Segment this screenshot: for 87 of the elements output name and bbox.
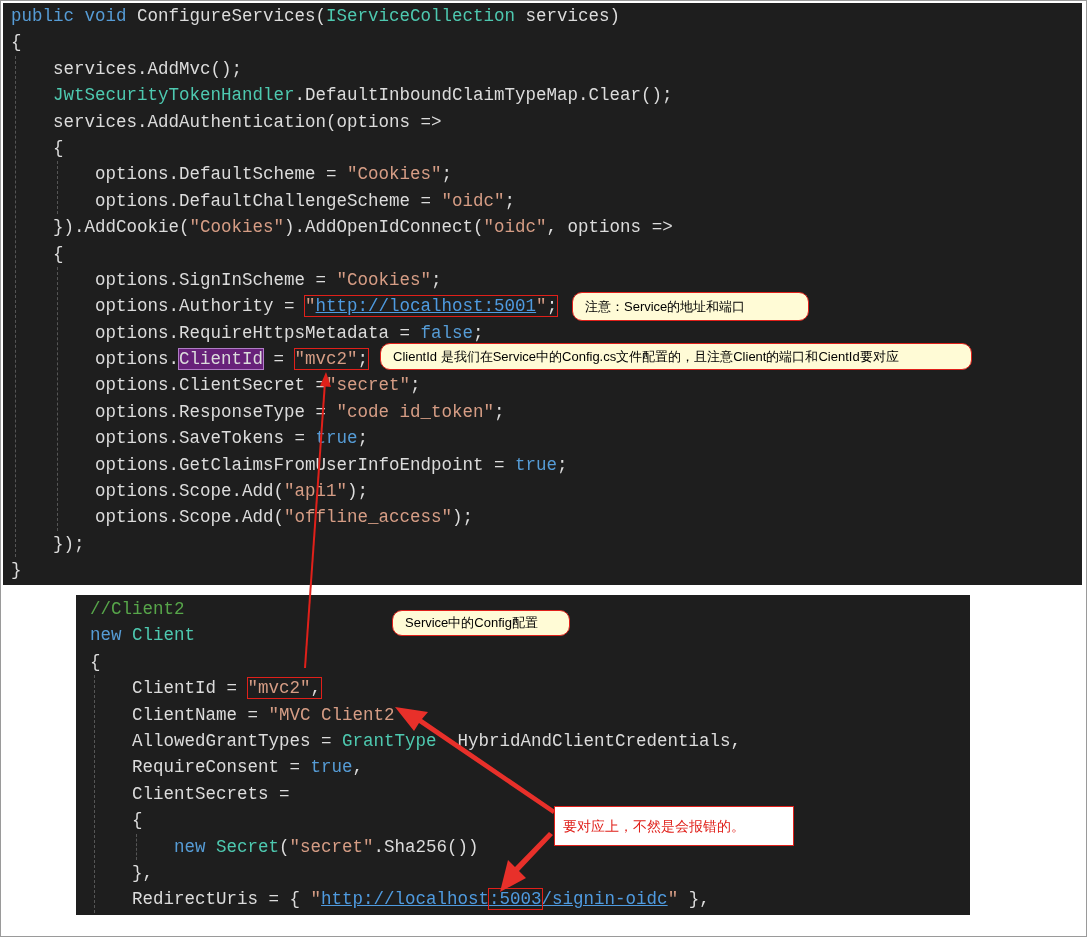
code-text: ( [279,836,290,857]
code-text: options.Scope.Add( [95,507,285,528]
code-text: options.Authority = [95,296,296,317]
code-text: ClientSecrets = [132,783,290,804]
url-link[interactable]: http://localhost:5001 [315,296,537,317]
code-text: options.SaveTokens = [95,428,307,449]
code-comment: //Client2 [90,599,185,619]
string-literal: "oidc" [441,190,505,211]
code-text: ; [494,401,505,422]
string-literal: " [667,889,679,910]
string-literal: " [536,296,547,317]
keyword: public void [11,6,127,26]
code-text: ); [347,481,369,502]
code-text: RequireConsent = [132,757,302,778]
code-text: ); [452,507,474,528]
string-literal: " [305,296,316,317]
code-text: { [53,137,64,158]
highlighted-identifier: ClientId [179,349,264,370]
string-literal: "secret" [289,836,374,857]
keyword: true [515,454,558,475]
code-text: ).AddOpenIdConnect( [284,217,484,238]
callout-bubble: ClientId 是我们在Service中的Config.cs文件配置的，且注意Client的端口和CientId要对应 [380,343,972,370]
callout-note: 要对应上，不然是会报错的。 [554,806,794,846]
code-text: ClientName = [132,704,260,725]
code-text: .Sha256()) [373,836,479,857]
type-name: IServiceCollection [326,6,516,26]
code-text: }); [53,533,85,554]
type-name: GrantType [342,730,437,751]
keyword: false [420,322,474,343]
type-name: JwtSecurityTokenHandler [53,85,295,106]
url-link[interactable]: :5003 [489,889,542,910]
code-text: ClientId = [132,678,239,699]
code-text: , options => [546,217,673,238]
code-text: options.SignInScheme = [95,269,328,290]
string-literal: "secret" [326,375,411,396]
keyword: true [310,757,353,778]
code-text: ; [441,164,453,185]
keyword: new [174,836,207,857]
code-text: options.DefaultScheme = [95,164,338,185]
keyword: new [90,625,123,646]
code-text: }, [132,862,153,883]
string-literal: "mvc2" [294,349,358,370]
code-text: options. [95,349,179,370]
string-literal: "code id_token" [336,401,495,422]
code-text: ; [431,269,442,290]
code-text: }).AddCookie( [53,217,190,238]
code-text: RedirectUris = { [132,889,302,910]
type-name: Secret [216,836,280,857]
code-text: ; [504,190,516,211]
code-text: services.AddMvc(); [53,58,243,79]
string-literal: "MVC Client2 [268,704,395,725]
type-name: Client [132,625,196,646]
code-text: { [11,32,22,53]
code-text: ; [357,428,369,449]
code-text: services) [524,6,621,26]
code-text: ; [410,375,421,396]
callout-bubble: 注意：Service的地址和端口 [572,292,809,321]
code-text: options.RequireHttpsMetadata = [95,322,412,343]
url-link[interactable]: /signin-oidc [541,889,668,910]
code-text: , [352,757,364,778]
code-text: ; [557,454,568,475]
code-text: { [132,810,143,831]
string-literal: "Cookies" [336,269,432,290]
code-text: options.Scope.Add( [95,481,285,502]
code-text: AllowedGrantTypes = [132,730,333,751]
code-text: .DefaultInboundClaimTypeMap.Clear(); [294,85,673,106]
code-text: ; [357,349,369,370]
string-literal: "mvc2" [247,678,311,699]
string-literal: "Cookies" [347,164,442,185]
arrow [500,832,553,892]
code-text: ConfigureServices( [136,6,327,26]
url-link[interactable]: http://localhost [321,889,490,910]
code-text: }, [687,889,710,910]
code-text: options.DefaultChallengeScheme = [95,190,433,211]
code-text: ; [546,296,558,317]
code-text: HybridAndClientCredentials, [457,730,742,751]
code-text: services.AddAuthentication(options => [53,111,442,132]
string-literal: " [310,889,322,910]
code-text: } [11,560,22,581]
code-text: { [53,243,64,264]
code-text: { [90,651,101,672]
string-literal: "oidc" [483,217,547,238]
callout-bubble: Service中的Config配置 [392,610,570,636]
string-literal: "Cookies" [189,217,285,238]
code-text: ; [473,322,484,343]
code-text: , [310,678,322,699]
code-text: = [272,349,286,370]
